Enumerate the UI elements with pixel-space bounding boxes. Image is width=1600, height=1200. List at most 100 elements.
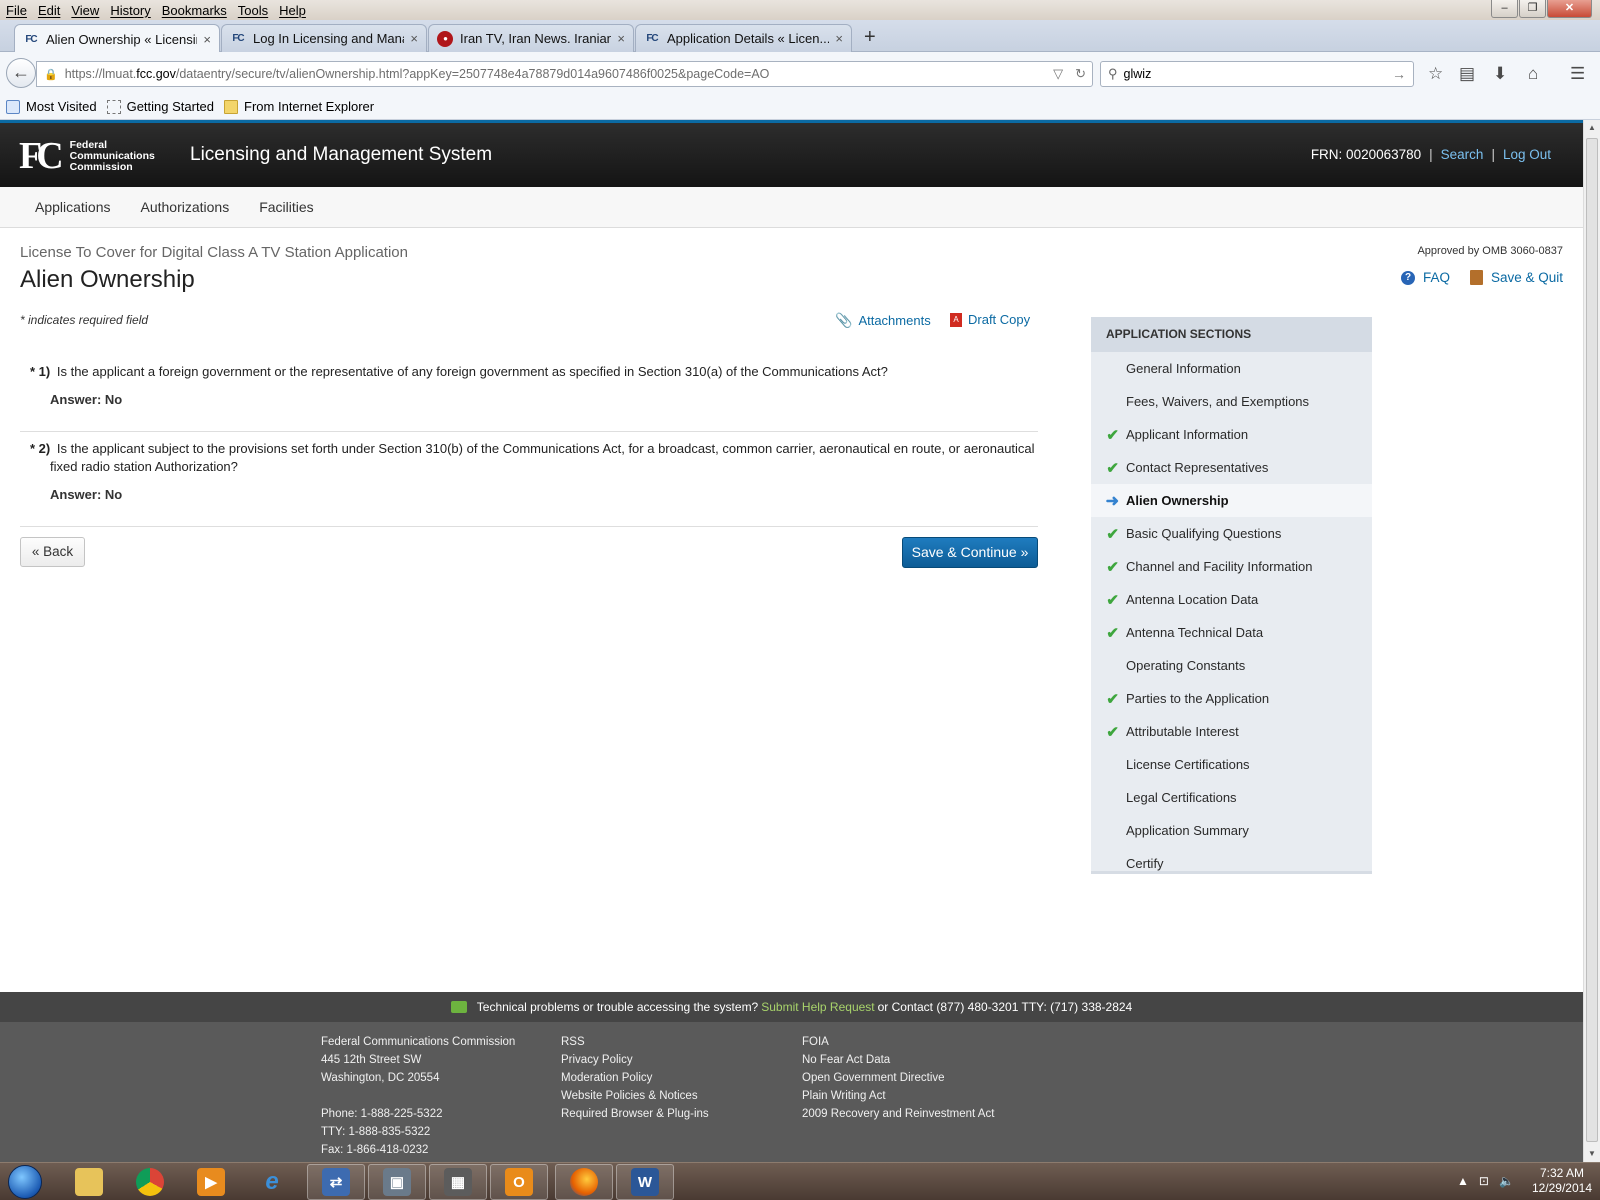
tab-alien-ownership[interactable]: FC Alien Ownership « Licensin... × [14, 24, 220, 53]
draft-copy-link[interactable]: A Draft Copy [950, 312, 1030, 327]
word-icon[interactable]: W [616, 1164, 674, 1200]
scroll-down-icon[interactable]: ▼ [1584, 1146, 1600, 1162]
section-item[interactable]: Application Summary [1091, 814, 1372, 847]
save-continue-button[interactable]: Save & Continue » [902, 537, 1038, 568]
section-item[interactable]: Operating Constants [1091, 649, 1372, 682]
section-item[interactable]: General Information [1091, 352, 1372, 385]
footer-link[interactable]: Moderation Policy [561, 1069, 709, 1087]
network-icon[interactable]: ⊡ [1479, 1174, 1489, 1188]
bookmark-most-visited[interactable]: Most Visited [6, 99, 97, 114]
search-link[interactable]: Search [1441, 147, 1484, 162]
back-button[interactable]: « Back [20, 537, 85, 567]
file-explorer-icon[interactable] [60, 1164, 118, 1200]
dropdown-arrow-icon[interactable]: ▽ [1053, 66, 1063, 82]
faq-link[interactable]: ? FAQ [1401, 270, 1450, 285]
clock[interactable]: 7:32 AM 12/29/2014 [1532, 1166, 1592, 1196]
logout-link[interactable]: Log Out [1503, 147, 1551, 162]
nav-applications[interactable]: Applications [35, 199, 111, 215]
search-bar[interactable]: ⚲ glwiz → [1100, 61, 1414, 87]
bookmark-star-icon[interactable]: ☆ [1428, 64, 1443, 84]
tab-close-icon[interactable]: × [835, 31, 843, 46]
section-item[interactable]: Legal Certifications [1091, 781, 1372, 814]
section-item[interactable]: Certify [1091, 847, 1372, 880]
new-tab-button[interactable]: + [864, 26, 876, 49]
section-item[interactable]: ✔ Applicant Information [1091, 418, 1372, 451]
section-item[interactable]: ✔ Channel and Facility Information [1091, 550, 1372, 583]
save-quit-link[interactable]: Save & Quit [1470, 270, 1563, 285]
footer-address: Federal Communications Commission 445 12… [321, 1036, 516, 1156]
section-item[interactable]: ✔ Contact Representatives [1091, 451, 1372, 484]
section-item[interactable]: ✔ Antenna Location Data [1091, 583, 1372, 616]
reload-icon[interactable]: ↻ [1075, 66, 1086, 82]
footer-link[interactable]: Website Policies & Notices [561, 1087, 709, 1105]
footer-link[interactable]: RSS [561, 1033, 709, 1051]
minimize-button[interactable]: – [1491, 0, 1518, 18]
footer-link[interactable]: FOIA [802, 1033, 994, 1051]
hamburger-menu-icon[interactable]: ☰ [1570, 64, 1585, 84]
browser-back-button[interactable]: ← [6, 58, 36, 88]
chrome-icon[interactable] [121, 1164, 179, 1200]
footer-link[interactable]: Privacy Policy [561, 1051, 709, 1069]
tab-close-icon[interactable]: × [203, 32, 211, 47]
section-item[interactable]: ➜ Alien Ownership [1091, 484, 1372, 517]
scroll-thumb[interactable] [1586, 138, 1598, 1142]
section-item[interactable]: ✔ Antenna Technical Data [1091, 616, 1372, 649]
network-app-icon[interactable]: ⇄ [307, 1164, 365, 1200]
maximize-button[interactable]: ❐ [1519, 0, 1546, 18]
volume-icon[interactable]: 🔈 [1499, 1174, 1514, 1188]
footer-link[interactable]: Plain Writing Act [802, 1087, 994, 1105]
home-icon[interactable]: ⌂ [1528, 64, 1538, 84]
tab-iran-tv[interactable]: ● Iran TV, Iran News. Iranian ... × [428, 24, 634, 52]
section-item[interactable]: Fees, Waivers, and Exemptions [1091, 385, 1372, 418]
checkmark-icon: ✔ [1106, 558, 1119, 576]
nav-authorizations[interactable]: Authorizations [141, 199, 230, 215]
search-go-icon[interactable]: → [1392, 66, 1406, 82]
tab-close-icon[interactable]: × [617, 31, 625, 46]
bookmark-getting-started[interactable]: Getting Started [106, 99, 214, 114]
outlook-icon[interactable]: O [490, 1164, 548, 1200]
footer-link[interactable]: Open Government Directive [802, 1069, 994, 1087]
tab-close-icon[interactable]: × [410, 31, 418, 46]
checkmark-icon: ✔ [1106, 690, 1119, 708]
vertical-scrollbar[interactable]: ▲ ▼ [1583, 120, 1600, 1162]
calculator-app-icon[interactable]: ▦ [429, 1164, 487, 1200]
tab-log-in[interactable]: FC Log In Licensing and Mana... × [221, 24, 427, 52]
question-2: * 2) Is the applicant subject to the pro… [30, 440, 1038, 476]
url-bar[interactable]: 🔒 https://lmuat.fcc.gov/dataentry/secure… [36, 61, 1093, 87]
menu-help[interactable]: Help [273, 3, 311, 18]
internet-explorer-icon[interactable]: e [243, 1164, 301, 1200]
section-item[interactable]: ✔ Parties to the Application [1091, 682, 1372, 715]
reading-list-icon[interactable]: ▤ [1459, 64, 1475, 84]
downloads-icon[interactable]: ⬇ [1493, 64, 1507, 84]
close-window-button[interactable]: ✕ [1547, 0, 1592, 18]
firefox-icon[interactable] [555, 1164, 613, 1200]
footer-link[interactable]: Required Browser & Plug-ins [561, 1105, 709, 1123]
nav-facilities[interactable]: Facilities [259, 199, 313, 215]
bookmark-from-ie[interactable]: From Internet Explorer [224, 99, 374, 114]
menu-view[interactable]: View [65, 3, 104, 18]
menu-edit[interactable]: Edit [32, 3, 65, 18]
scanner-app-icon[interactable]: ▣ [368, 1164, 426, 1200]
footer-link[interactable]: 2009 Recovery and Reinvestment Act [802, 1105, 994, 1123]
agency-name: Federal Communications Commission [69, 138, 155, 173]
attachments-link[interactable]: 📎 Attachments [835, 312, 931, 329]
section-item-label: General Information [1126, 361, 1241, 376]
scroll-up-icon[interactable]: ▲ [1584, 120, 1600, 136]
show-hidden-icons-icon[interactable]: ▲ [1457, 1174, 1469, 1188]
section-item-label: Basic Qualifying Questions [1126, 526, 1282, 541]
fcc-logo[interactable]: FC Federal Communications Commission [19, 137, 155, 175]
section-item[interactable]: ✔ Attributable Interest [1091, 715, 1372, 748]
section-item[interactable]: ✔ Basic Qualifying Questions [1091, 517, 1372, 550]
menu-bookmarks[interactable]: Bookmarks [156, 3, 232, 18]
menu-history[interactable]: History [104, 3, 155, 18]
section-item-label: Channel and Facility Information [1126, 559, 1313, 574]
menu-tools[interactable]: Tools [232, 3, 273, 18]
section-item[interactable]: License Certifications [1091, 748, 1372, 781]
submit-help-link[interactable]: Submit Help Request [761, 1000, 874, 1014]
menu-file[interactable]: File [0, 3, 32, 18]
start-button[interactable] [8, 1165, 42, 1199]
checkmark-icon: ✔ [1106, 525, 1119, 543]
tab-application-details[interactable]: FC Application Details « Licen... × [635, 24, 852, 52]
media-player-icon[interactable]: ▶ [182, 1164, 240, 1200]
footer-link[interactable]: No Fear Act Data [802, 1051, 994, 1069]
